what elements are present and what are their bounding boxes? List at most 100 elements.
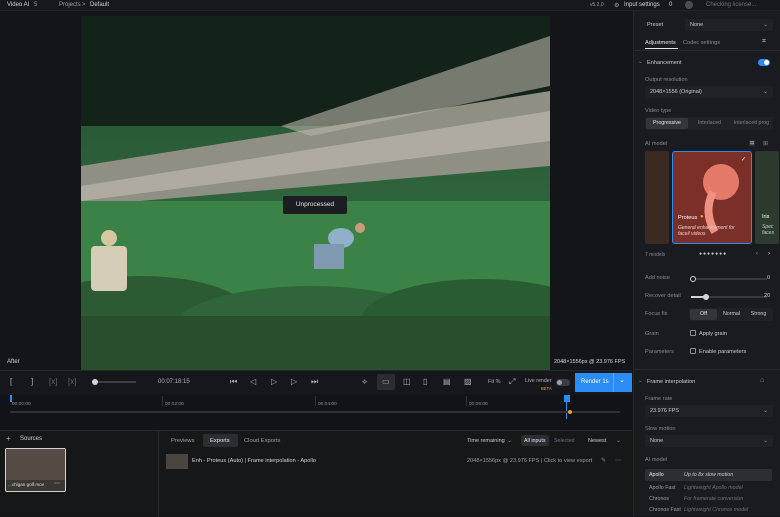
focus-off[interactable]: Off: [690, 309, 717, 320]
tick-label: 00:06:00: [469, 402, 488, 407]
render-label: Render 1s: [581, 379, 609, 385]
collapse-chevron-icon[interactable]: ⌄: [638, 378, 643, 384]
next-icon[interactable]: ›: [768, 251, 770, 257]
tick-line: [162, 396, 163, 406]
avatar[interactable]: [685, 1, 693, 9]
clear-out-icon[interactable]: [x]: [68, 377, 76, 387]
tab-underline: [645, 48, 678, 49]
enhancement-toggle-knob: [764, 60, 769, 65]
side-by-side-icon[interactable]: ▯: [423, 377, 427, 387]
lock-icon[interactable]: ⌂: [760, 377, 764, 384]
recover-detail-value[interactable]: 20: [764, 293, 770, 299]
add-noise-handle[interactable]: [690, 276, 696, 282]
check-icon: ✓: [741, 157, 747, 163]
mark-out-icon[interactable]: ]: [31, 377, 33, 387]
chevron-down-icon: ⌄: [762, 438, 768, 444]
grid-icon[interactable]: ⊞: [763, 140, 768, 147]
stacked-view-icon[interactable]: ▤: [443, 377, 451, 387]
clear-in-icon[interactable]: [x]: [49, 377, 57, 387]
recover-detail-handle[interactable]: [703, 294, 709, 300]
more-icon[interactable]: ⋯: [615, 457, 621, 464]
frame-rate-value: 23.976 FPS: [650, 408, 680, 414]
notification-count[interactable]: 0: [669, 2, 672, 8]
source-more-icon[interactable]: ⋯: [54, 480, 60, 487]
volume-handle[interactable]: [92, 379, 98, 385]
step-forward-icon[interactable]: ▷: [291, 377, 297, 387]
timecode[interactable]: 00:07:18:15: [158, 377, 190, 387]
fi-model-desc: For framerate conversion: [684, 496, 744, 502]
fi-model-desc: Lightweight Chronos model: [684, 507, 749, 513]
play-icon[interactable]: ▷: [271, 377, 277, 387]
resolution-label: 2048×1556px @ 23.976 FPS: [554, 359, 626, 365]
export-info[interactable]: 2048×1556px @ 23.976 FPS | Click to view…: [467, 458, 592, 464]
preset-select[interactable]: None ⌄: [685, 19, 773, 31]
mark-in-icon[interactable]: [: [10, 377, 12, 387]
crop-view-icon[interactable]: ▨: [464, 377, 472, 387]
crop-icon[interactable]: ⌗: [762, 38, 766, 46]
slow-motion-select[interactable]: None ⌄: [645, 435, 773, 447]
breadcrumb-current[interactable]: Default: [90, 2, 109, 8]
tab-previews[interactable]: Previews: [171, 438, 195, 444]
fi-model-chronos[interactable]: Chronos For framerate conversion: [645, 493, 772, 504]
input-settings-button[interactable]: Input settings: [624, 2, 660, 8]
fi-model-name: Apollo: [649, 472, 664, 478]
model-side-name: Iris: [762, 214, 770, 220]
fi-model-chronos-fast[interactable]: Chronos Fast Lightweight Chronos model: [645, 504, 772, 515]
apply-grain-checkbox[interactable]: [690, 330, 696, 336]
video-frame[interactable]: [81, 16, 550, 373]
export-row[interactable]: Enh - Proteus (Auto) | Frame interpolati…: [165, 453, 627, 471]
render-menu-icon[interactable]: ⌄: [619, 376, 625, 384]
recover-detail-label: Recover detail: [645, 293, 681, 299]
collapse-chevron-icon[interactable]: ⌄: [638, 59, 643, 65]
source-thumbnail[interactable]: ...chigan golf.mov ⋯: [5, 448, 66, 492]
tab-cloud-exports[interactable]: Cloud Exports: [244, 438, 280, 444]
add-source-icon[interactable]: +: [6, 434, 11, 443]
fi-model-apollo[interactable]: Apollo Up to 8x slow motion: [645, 469, 772, 481]
gear-icon[interactable]: ⚙: [614, 2, 619, 9]
zoom-fit-select[interactable]: Fit %: [488, 377, 501, 387]
edit-icon[interactable]: ✎: [601, 457, 606, 464]
model-card-next[interactable]: Iris Spec faces: [755, 151, 779, 244]
enable-parameters-checkbox[interactable]: [690, 348, 696, 354]
frame-rate-select[interactable]: 23.976 FPS ⌄: [645, 405, 773, 417]
model-card-proteus[interactable]: Proteus ● General enhancement for faceil…: [672, 151, 752, 244]
fi-model-apollo-fast[interactable]: Apollo Fast Lightweight Apollo model: [645, 482, 772, 493]
filter-selected[interactable]: Selected: [554, 438, 575, 444]
focus-normal[interactable]: Normal: [718, 309, 745, 320]
video-type-progressive[interactable]: Progressive: [646, 118, 688, 129]
tab-exports[interactable]: Exports: [210, 438, 230, 444]
fullscreen-icon[interactable]: ⤢: [509, 377, 515, 387]
tab-codec-settings[interactable]: Codec settings: [683, 40, 720, 46]
render-button[interactable]: Render 1s ⌄: [575, 373, 632, 392]
output-resolution-select[interactable]: 2048×1556 (Original) ⌄: [645, 86, 773, 98]
timeline-track[interactable]: [10, 411, 620, 413]
volume-slider[interactable]: [92, 381, 136, 383]
video-type-interlaced[interactable]: Interlaced: [689, 118, 730, 129]
compare-icon[interactable]: ⟡: [362, 377, 367, 387]
live-render-knob: [557, 380, 562, 385]
playhead[interactable]: [564, 395, 570, 402]
sort-select[interactable]: Time remaining: [467, 438, 505, 444]
prev-icon[interactable]: ‹: [756, 251, 758, 257]
tab-adjustments[interactable]: Adjustments: [645, 40, 676, 46]
split-view-icon[interactable]: ◫: [403, 377, 411, 387]
skip-end-icon[interactable]: ⏭: [311, 377, 318, 387]
timeline-start-marker[interactable]: [10, 395, 12, 402]
video-type-interlaced-prog[interactable]: Interlaced prog: [731, 118, 772, 129]
focus-strong[interactable]: Strong: [745, 309, 772, 320]
add-noise-value[interactable]: 0: [767, 275, 770, 281]
carousel-dots[interactable]: ●●●●●●●: [699, 251, 727, 257]
render-divider: [613, 373, 614, 392]
chevron-down-icon: ⌄: [762, 408, 768, 414]
breadcrumb-projects[interactable]: Projects: [59, 2, 81, 8]
order-select[interactable]: Newest: [588, 438, 606, 444]
filter-all-inputs[interactable]: All inputs: [524, 438, 546, 444]
fi-model-name: Chronos Fast: [649, 507, 681, 513]
step-back-icon[interactable]: ◁: [250, 377, 256, 387]
skip-start-icon[interactable]: ⏮: [230, 377, 237, 387]
add-noise-slider[interactable]: [691, 278, 767, 280]
timeline[interactable]: 00:00:00 00:02:00 00:04:00 00:06:00: [0, 394, 632, 428]
output-resolution-label: Output resolution: [645, 77, 688, 83]
model-card-prev[interactable]: [645, 151, 669, 244]
panel-divider: [158, 431, 159, 517]
